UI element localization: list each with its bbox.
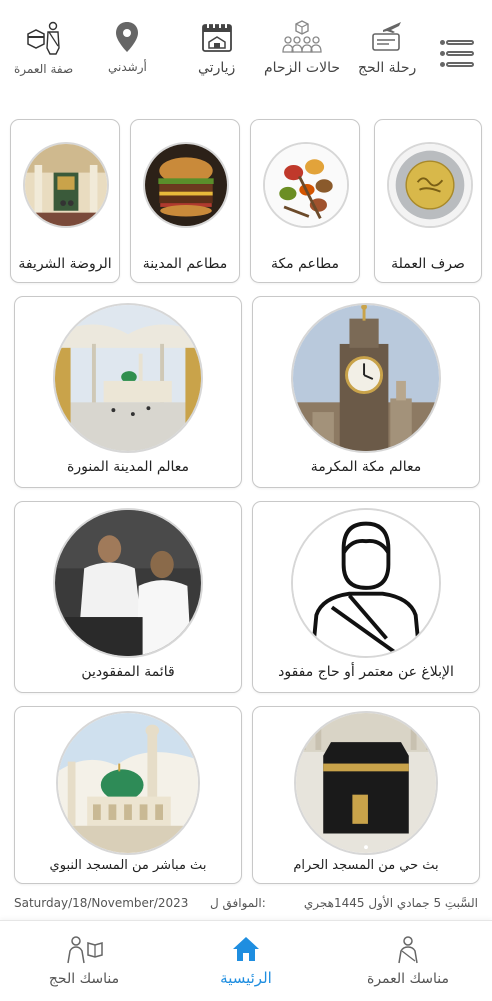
crowd-icon <box>282 20 322 53</box>
bottom-nav: مناسك العمرة الرئيسية مناسك الحج <box>0 920 492 1001</box>
pilgrim-icon <box>398 936 418 964</box>
date-line: Saturday/18/November/2023 الموافق ل: الس… <box>0 896 492 914</box>
nav-crowd-status[interactable]: حالات الزحام <box>264 20 340 76</box>
pilgrims-sitting-image <box>53 508 203 658</box>
card-label: بث مباشر من المسجد النبوي <box>49 858 207 873</box>
card-makkah-landmarks[interactable]: معالم مكة المكرمة <box>252 296 480 488</box>
green-dome-image <box>56 711 200 855</box>
nav-label: زيارتي <box>198 60 236 76</box>
nav-umrah-description[interactable]: صفة العمرة <box>14 20 73 76</box>
nav-label: حالات الزحام <box>264 60 341 76</box>
nav-label: صفة العمرة <box>14 62 74 76</box>
bottom-nav-hajj-rites[interactable]: مناسك الحج <box>24 935 144 987</box>
card-currency-exchange[interactable]: صرف العملة <box>374 119 482 283</box>
card-label: معالم المدينة المنورة <box>66 459 190 475</box>
bottom-nav-umrah-rites[interactable]: مناسك العمرة <box>348 935 468 987</box>
clock-tower-image <box>291 303 441 453</box>
card-label: مطاعم المدينة <box>142 256 228 272</box>
card-live-haram[interactable]: بث حي من المسجد الحرام <box>252 706 480 884</box>
bottom-nav-label: الرئيسية <box>220 969 272 987</box>
gregorian-date: Saturday/18/November/2023 <box>14 896 189 910</box>
nav-my-visits[interactable]: زيارتي <box>198 20 235 76</box>
card-label: قائمة المفقودين <box>81 664 175 680</box>
card-label: معالم مكة المكرمة <box>310 459 422 475</box>
pilgrim-icon <box>26 21 60 55</box>
card-label: مطاعم مكة <box>270 256 340 272</box>
coin-image <box>387 142 473 228</box>
card-missing-list[interactable]: قائمة المفقودين <box>14 501 242 693</box>
card-label: الروضة الشريفة <box>18 256 112 272</box>
card-madinah-restaurants[interactable]: مطاعم المدينة <box>130 119 240 283</box>
card-makkah-restaurants[interactable]: مطاعم مكة <box>250 119 360 283</box>
calendar-icon <box>201 22 232 52</box>
equivalent-label: الموافق ل: <box>210 896 266 910</box>
nav-label: رحلة الحج <box>358 60 417 76</box>
kaaba-image <box>294 711 438 855</box>
prophet-mosque-umbrellas-image <box>53 303 203 453</box>
top-nav: رحلة الحج حالات الزحام زيارتي أرشدني صفة… <box>0 0 492 110</box>
home-icon <box>233 937 259 961</box>
location-pin-icon <box>116 22 139 52</box>
nav-hajj-trip[interactable]: رحلة الحج <box>358 20 416 76</box>
nav-label: أرشدني <box>108 60 147 74</box>
card-report-missing[interactable]: الإبلاغ عن معتمر أو حاج مفقود <box>252 501 480 693</box>
hijri-date: السَّبتِ 5 جمادي الأول 1445هجري <box>303 896 478 910</box>
card-label: بث حي من المسجد الحرام <box>293 858 439 873</box>
card-label: صرف العملة <box>391 256 465 272</box>
bottom-nav-label: مناسك الحج <box>48 971 120 987</box>
spices-image <box>263 142 349 228</box>
nav-guide-me[interactable]: أرشدني <box>108 20 147 74</box>
card-noble-rawdah[interactable]: الروضة الشريفة <box>10 119 120 283</box>
card-live-nabawi[interactable]: بث مباشر من المسجد النبوي <box>14 706 242 884</box>
pilgrim-book-icon <box>67 936 103 964</box>
bottom-nav-label: مناسك العمرة <box>366 971 450 987</box>
burger-image <box>143 142 229 228</box>
rawdah-image <box>23 142 109 228</box>
plane-ticket-icon <box>372 22 402 51</box>
menu-icon[interactable] <box>440 40 480 76</box>
card-label: الإبلاغ عن معتمر أو حاج مفقود <box>278 664 454 680</box>
bottom-nav-home[interactable]: الرئيسية <box>186 935 306 987</box>
card-madinah-landmarks[interactable]: معالم المدينة المنورة <box>14 296 242 488</box>
pilgrim-outline-image <box>291 508 441 658</box>
